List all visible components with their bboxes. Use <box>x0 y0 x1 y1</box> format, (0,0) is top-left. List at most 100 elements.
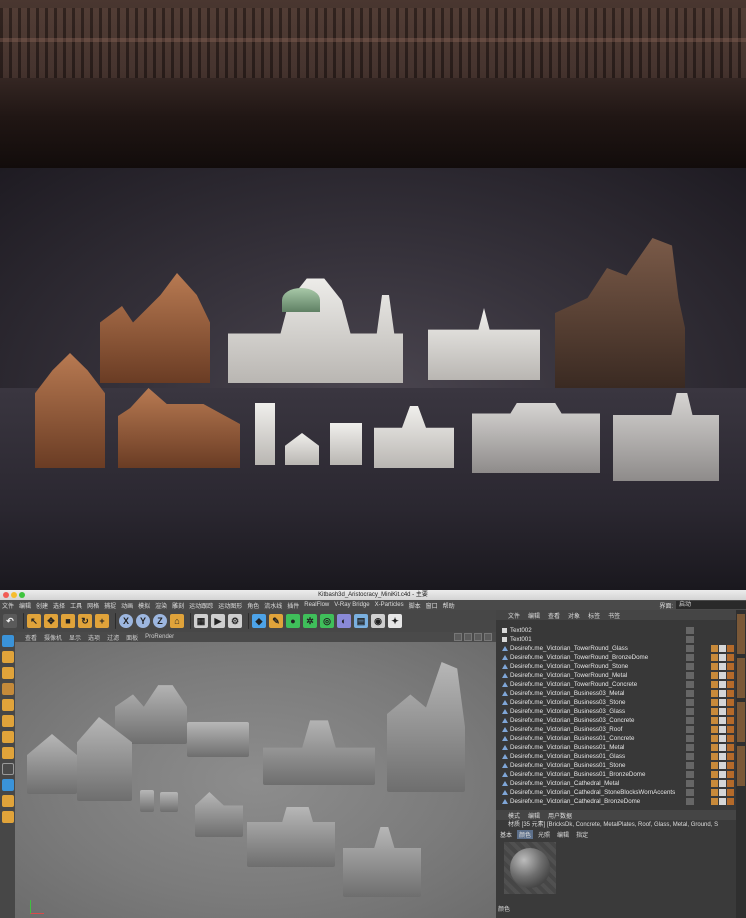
menu-script[interactable]: 脚本 <box>409 601 421 610</box>
material-tag-icon[interactable] <box>711 762 718 769</box>
attr-tab-user-data[interactable]: 用户数据 <box>548 811 572 820</box>
menu-mesh[interactable]: 网格 <box>87 601 99 610</box>
material-tag-icon[interactable] <box>727 717 734 724</box>
obj-menu-file[interactable]: 文件 <box>508 611 520 620</box>
close-window-button[interactable] <box>3 592 9 598</box>
maximize-window-button[interactable] <box>19 592 25 598</box>
visibility-toggle[interactable] <box>686 645 694 652</box>
zoom-view-icon[interactable] <box>464 633 472 641</box>
object-row[interactable]: Desirefx.me_Victorian_Cathedral_BronzeDo… <box>496 797 736 806</box>
object-row[interactable]: Desirefx.me_Victorian_Business01_BronzeD… <box>496 770 736 779</box>
3d-viewport[interactable] <box>15 642 496 918</box>
material-tag-icon[interactable] <box>711 789 718 796</box>
undo-icon[interactable]: ↶ <box>3 614 17 628</box>
material-tag-icon[interactable] <box>719 699 726 706</box>
points-mode-icon[interactable] <box>2 699 14 711</box>
material-tag-icon[interactable] <box>719 771 726 778</box>
object-row[interactable]: Desirefx.me_Victorian_Business01_Glass <box>496 752 736 761</box>
model-mode-icon[interactable] <box>2 651 14 663</box>
solo-icon[interactable] <box>2 811 14 823</box>
material-tag-icon[interactable] <box>719 645 726 652</box>
object-row[interactable]: Desirefx.me_Victorian_TowerRound_BronzeD… <box>496 653 736 662</box>
axis-mode-icon[interactable] <box>2 747 14 759</box>
menu-pipeline[interactable]: 流水线 <box>264 601 282 610</box>
menu-mograph[interactable]: 运动图形 <box>218 601 242 610</box>
material-tag-icon[interactable] <box>727 771 734 778</box>
visibility-toggle[interactable] <box>686 708 694 715</box>
material-tag-icon[interactable] <box>711 744 718 751</box>
material-tag-icon[interactable] <box>711 699 718 706</box>
menu-help[interactable]: 帮助 <box>443 601 455 610</box>
visibility-toggle[interactable] <box>686 726 694 733</box>
menu-create[interactable]: 创建 <box>36 601 48 610</box>
visibility-toggle[interactable] <box>686 744 694 751</box>
move-tool-icon[interactable]: ✥ <box>44 614 58 628</box>
y-axis-toggle[interactable]: Y <box>136 614 150 628</box>
material-tag-icon[interactable] <box>719 654 726 661</box>
deformer-icon[interactable]: ◎ <box>320 614 334 628</box>
workplane-mode-icon[interactable] <box>2 683 14 695</box>
render-settings-icon[interactable]: ⚙ <box>228 614 242 628</box>
material-tag-icon[interactable] <box>711 735 718 742</box>
layout-select[interactable]: 启动 <box>676 601 746 609</box>
x-axis-toggle[interactable]: X <box>119 614 133 628</box>
visibility-toggle[interactable] <box>686 798 694 805</box>
spline-pen-icon[interactable]: ✎ <box>269 614 283 628</box>
material-tag-icon[interactable] <box>727 645 734 652</box>
menu-plugins[interactable]: 插件 <box>287 601 299 610</box>
menu-select[interactable]: 选择 <box>53 601 65 610</box>
material-tag-icon[interactable] <box>719 735 726 742</box>
visibility-toggle[interactable] <box>686 762 694 769</box>
visibility-toggle[interactable] <box>686 780 694 787</box>
material-tag-icon[interactable] <box>719 681 726 688</box>
material-tag-icon[interactable] <box>727 798 734 805</box>
material-tag-icon[interactable] <box>727 735 734 742</box>
material-tag-icon[interactable] <box>727 789 734 796</box>
camera-icon[interactable]: ◉ <box>371 614 385 628</box>
object-row[interactable]: Desirefx.me_Victorian_Business03_Stone <box>496 698 736 707</box>
obj-menu-view[interactable]: 查看 <box>548 611 560 620</box>
viewport-menu-view[interactable]: 查看 <box>25 633 37 642</box>
material-tag-icon[interactable] <box>711 753 718 760</box>
viewport-menu-cameras[interactable]: 摄像机 <box>44 633 62 642</box>
material-tag-icon[interactable] <box>711 645 718 652</box>
viewport-menu-filter[interactable]: 过滤 <box>107 633 119 642</box>
material-tag-icon[interactable] <box>711 681 718 688</box>
side-tab-content-browser[interactable] <box>737 658 745 698</box>
menu-snap[interactable]: 捕捉 <box>104 601 116 610</box>
object-row[interactable]: Desirefx.me_Victorian_TowerRound_Concret… <box>496 680 736 689</box>
lock-workplane-icon[interactable] <box>2 795 14 807</box>
object-row[interactable]: Desirefx.me_Victorian_Business01_Stone <box>496 761 736 770</box>
material-tag-icon[interactable] <box>719 708 726 715</box>
material-tag-icon[interactable] <box>719 753 726 760</box>
material-tag-icon[interactable] <box>719 744 726 751</box>
rotate-tool-icon[interactable]: ↻ <box>78 614 92 628</box>
render-view-icon[interactable]: ▦ <box>194 614 208 628</box>
material-tag-icon[interactable] <box>719 717 726 724</box>
material-tag-icon[interactable] <box>719 672 726 679</box>
select-tool-icon[interactable]: ↖ <box>27 614 41 628</box>
material-tag-icon[interactable] <box>727 762 734 769</box>
material-tag-icon[interactable] <box>719 789 726 796</box>
tweak-mode-icon[interactable] <box>2 763 14 775</box>
visibility-toggle[interactable] <box>686 672 694 679</box>
material-tag-icon[interactable] <box>727 654 734 661</box>
visibility-toggle[interactable] <box>686 690 694 697</box>
visibility-toggle[interactable] <box>686 627 694 634</box>
menu-x-particles[interactable]: X-Particles <box>375 602 404 608</box>
visibility-toggle[interactable] <box>686 681 694 688</box>
object-row[interactable]: Desirefx.me_Victorian_Business03_Glass <box>496 707 736 716</box>
make-editable-icon[interactable] <box>2 635 14 647</box>
visibility-toggle[interactable] <box>686 717 694 724</box>
material-tag-icon[interactable] <box>719 690 726 697</box>
obj-menu-objects[interactable]: 对象 <box>568 611 580 620</box>
visibility-toggle[interactable] <box>686 771 694 778</box>
subtab-editor[interactable]: 编辑 <box>555 830 571 839</box>
subtab-illumination[interactable]: 光照 <box>536 830 552 839</box>
material-tag-icon[interactable] <box>727 663 734 670</box>
menu-animate[interactable]: 动画 <box>121 601 133 610</box>
viewport-menu-display[interactable]: 显示 <box>69 633 81 642</box>
material-tag-icon[interactable] <box>719 762 726 769</box>
visibility-toggle[interactable] <box>686 753 694 760</box>
material-tag-icon[interactable] <box>727 726 734 733</box>
